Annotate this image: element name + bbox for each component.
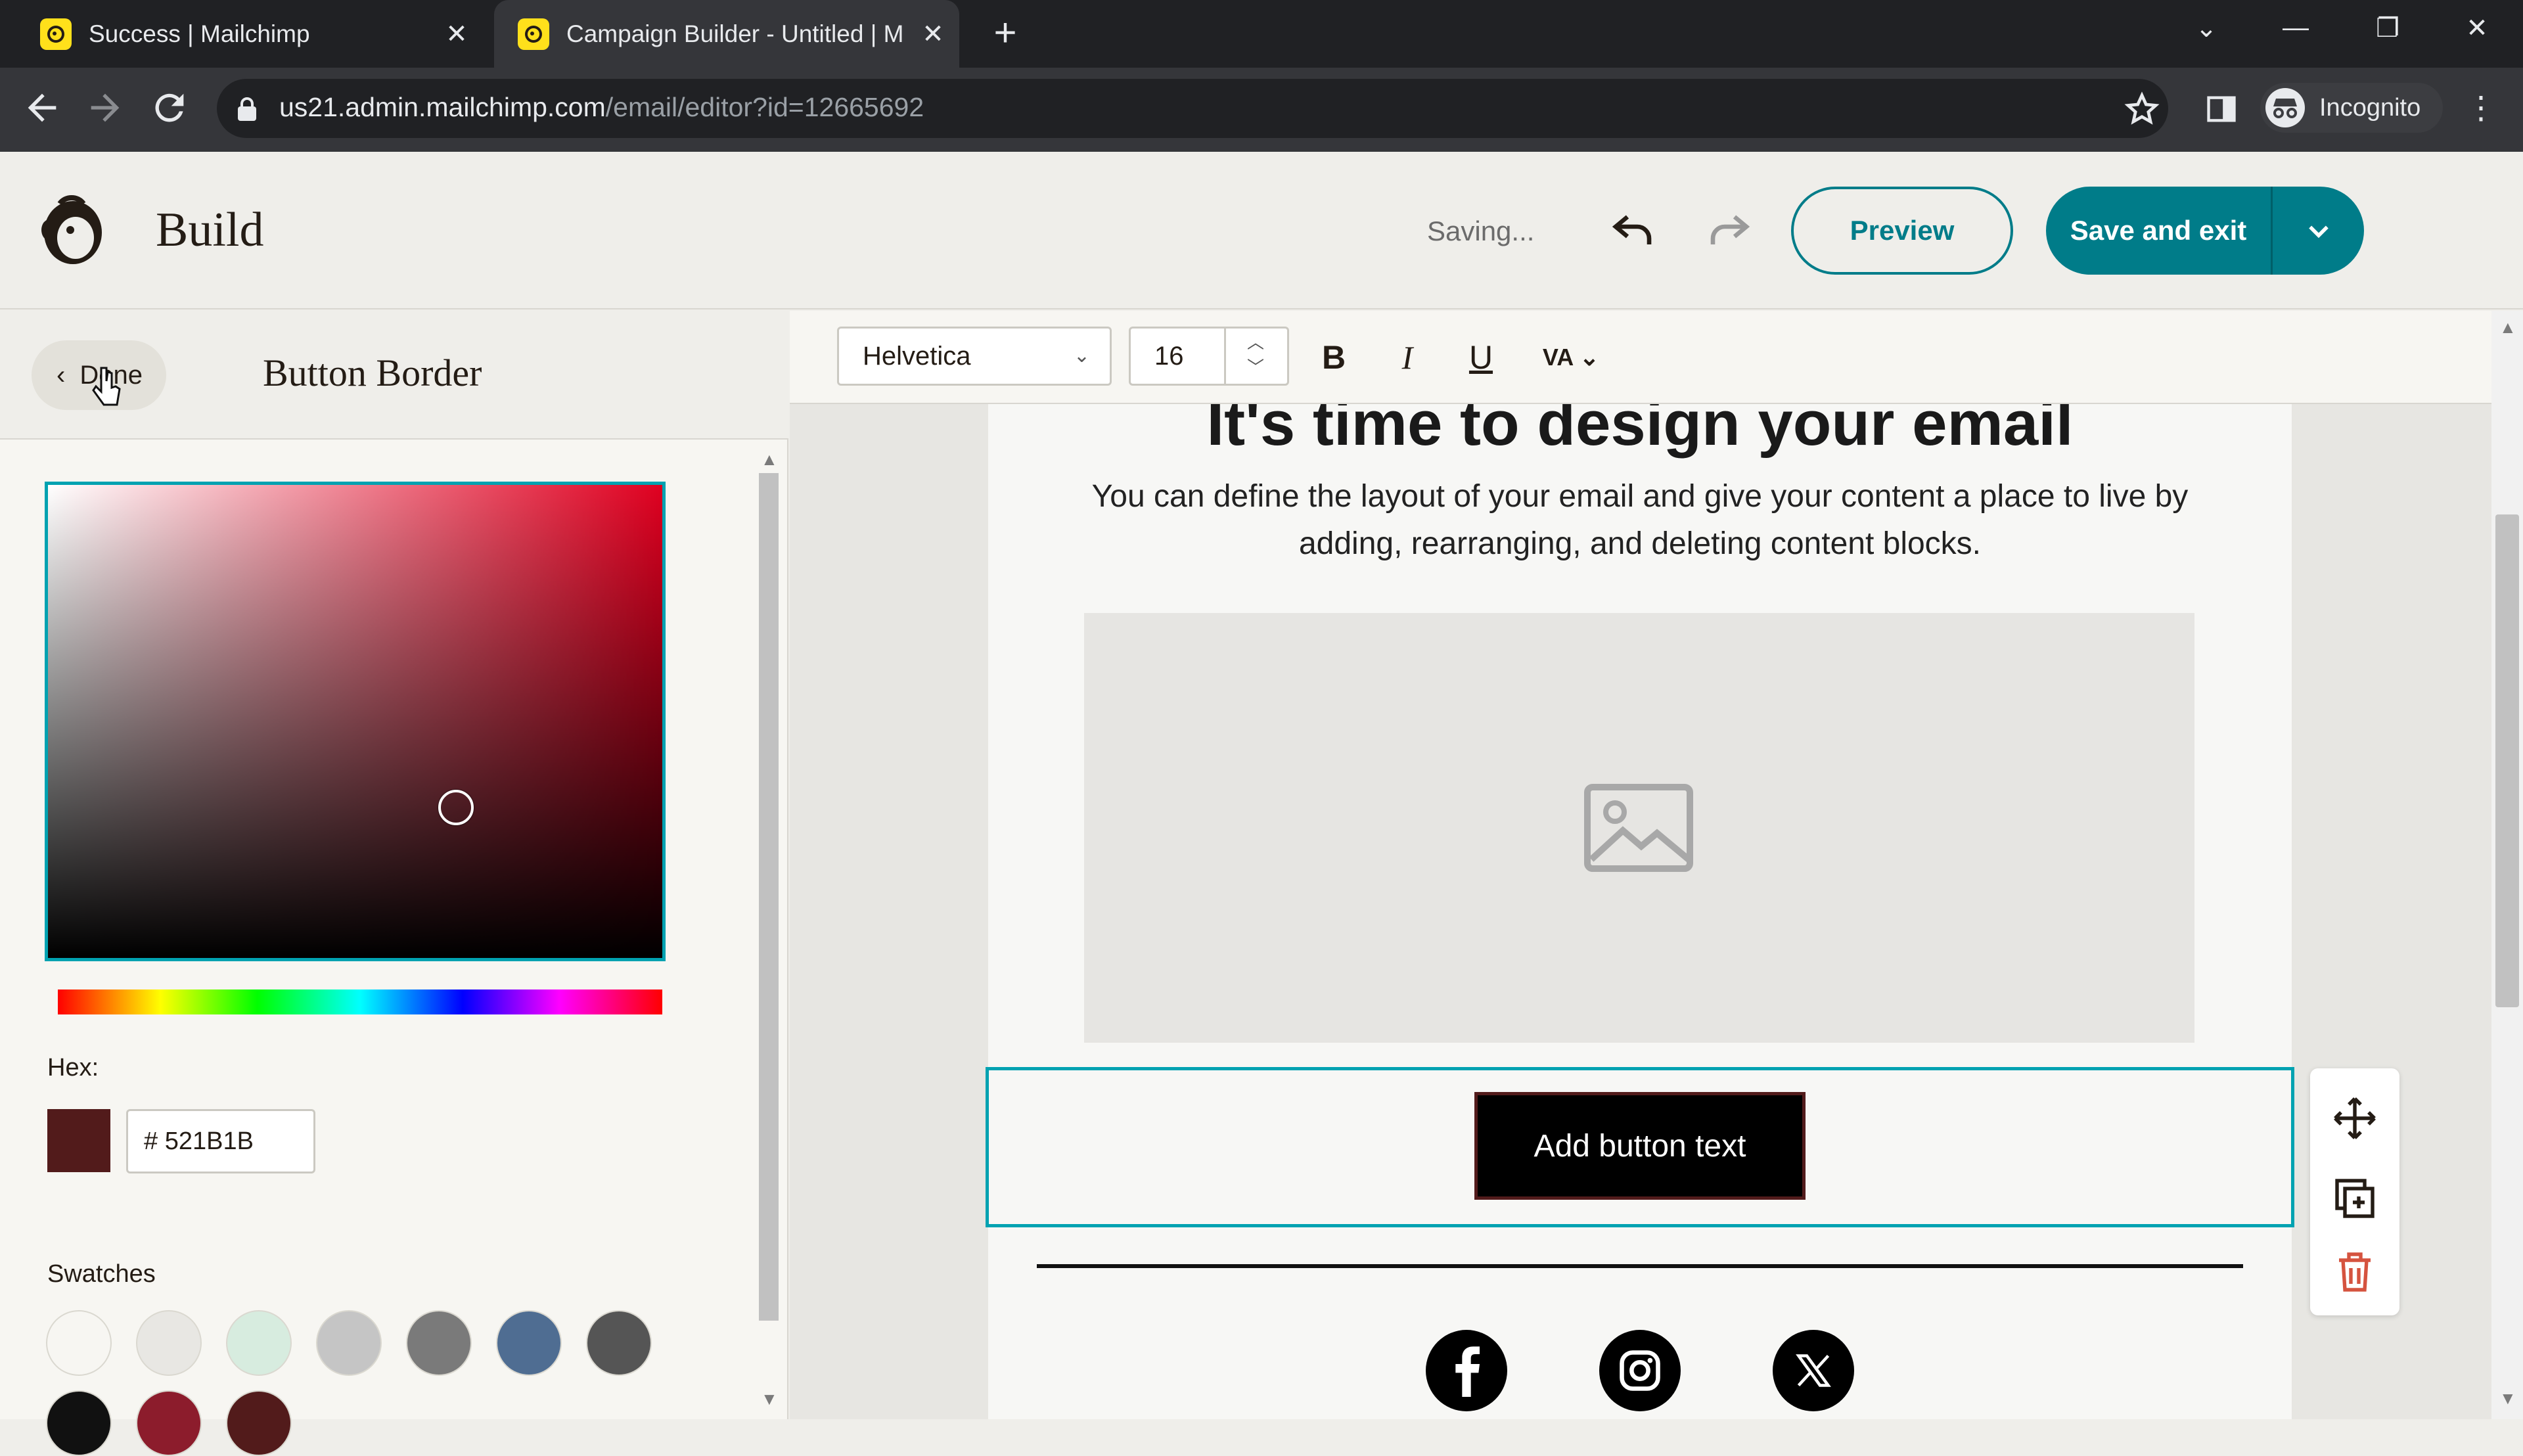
font-family-value: Helvetica <box>863 342 971 371</box>
browser-menu-icon[interactable]: ⋮ <box>2465 89 2497 129</box>
swatch[interactable] <box>46 1310 112 1376</box>
reload-icon[interactable] <box>148 87 191 129</box>
close-tab-icon[interactable]: ✕ <box>443 19 470 49</box>
profile-label: Incognito <box>2319 94 2421 122</box>
italic-icon[interactable]: I <box>1384 334 1431 381</box>
new-tab-button[interactable]: + <box>986 13 1025 54</box>
email-body-text[interactable]: You can define the layout of your email … <box>1078 473 2202 568</box>
current-color-swatch <box>47 1109 110 1172</box>
save-and-exit-button[interactable]: Save and exit <box>2046 187 2271 275</box>
scrollbar-thumb[interactable] <box>759 473 779 1321</box>
back-icon[interactable] <box>21 87 63 129</box>
editor-scrollbar[interactable]: ▲ ▼ <box>2491 311 2523 1419</box>
image-icon <box>1583 783 1694 873</box>
saturation-value-picker[interactable] <box>45 482 666 961</box>
hex-input[interactable] <box>126 1109 315 1173</box>
close-window-button[interactable]: ✕ <box>2457 13 2497 43</box>
mailchimp-favicon-icon <box>518 18 549 50</box>
panel-title: Button Border <box>263 352 482 394</box>
swatches-label: Swatches <box>47 1260 156 1288</box>
swatch[interactable] <box>406 1310 472 1376</box>
close-tab-icon[interactable]: ✕ <box>920 19 946 49</box>
tab-title: Success | Mailchimp <box>89 20 310 47</box>
scroll-down-icon[interactable]: ▼ <box>761 1389 778 1409</box>
bold-icon[interactable]: B <box>1310 334 1357 381</box>
mouse-pointer-icon <box>92 365 122 407</box>
tab-title: Campaign Builder - Untitled | M <box>566 20 904 47</box>
facebook-icon[interactable] <box>1426 1330 1507 1411</box>
letter-spacing-label: VA <box>1542 344 1573 371</box>
lock-icon[interactable] <box>235 96 259 122</box>
save-options-dropdown[interactable] <box>2273 187 2364 275</box>
minimize-button[interactable]: — <box>2276 13 2315 43</box>
mailchimp-favicon-icon <box>40 18 72 50</box>
instagram-icon[interactable] <box>1599 1330 1681 1411</box>
redo-icon[interactable] <box>1705 209 1752 252</box>
save-status: Saving... <box>1427 216 1535 246</box>
browser-tab-bar: Success | Mailchimp ✕ Campaign Builder -… <box>0 0 2523 68</box>
hex-label: Hex: <box>47 1054 99 1081</box>
swatch[interactable] <box>226 1390 292 1456</box>
tab-search-icon[interactable]: ⌄ <box>2187 13 2226 43</box>
chevron-down-icon <box>2308 225 2329 239</box>
scroll-up-icon[interactable]: ▲ <box>761 449 778 470</box>
duplicate-block-icon[interactable] <box>2331 1175 2378 1222</box>
font-family-select[interactable]: Helvetica ⌄ <box>837 327 1112 386</box>
swatch[interactable] <box>496 1310 562 1376</box>
save-and-exit-group: Save and exit <box>2046 187 2364 275</box>
url-path: /email/editor?id=12665692 <box>605 92 924 122</box>
scroll-down-icon[interactable]: ▼ <box>2499 1388 2516 1409</box>
hue-slider[interactable] <box>58 990 662 1014</box>
side-panel-icon[interactable] <box>2204 92 2239 126</box>
delete-block-icon[interactable] <box>2331 1248 2378 1296</box>
incognito-profile-button[interactable]: Incognito <box>2260 83 2443 133</box>
tab-campaign-builder[interactable]: Campaign Builder - Untitled | M ✕ <box>494 0 959 68</box>
email-cta-button[interactable]: Add button text <box>1474 1092 1806 1200</box>
mailchimp-logo-icon[interactable] <box>36 191 110 269</box>
url-text[interactable]: us21.admin.mailchimp.com/email/editor?id… <box>279 92 924 123</box>
color-picker-handle[interactable] <box>438 790 474 825</box>
x-icon[interactable] <box>1773 1330 1854 1411</box>
font-size-input[interactable]: 16 ︿ ﹀ <box>1129 327 1289 386</box>
divider-line <box>1037 1264 2243 1268</box>
letter-spacing-icon[interactable]: VA ⌄ <box>1535 334 1607 381</box>
swatch[interactable] <box>136 1310 202 1376</box>
swatch[interactable] <box>316 1310 382 1376</box>
tab-success-mailchimp[interactable]: Success | Mailchimp ✕ <box>30 0 483 68</box>
scroll-up-icon[interactable]: ▲ <box>2499 317 2516 338</box>
chevron-left-icon: ‹ <box>57 360 66 390</box>
move-block-icon[interactable] <box>2331 1095 2378 1142</box>
swatch[interactable] <box>586 1310 652 1376</box>
chevron-up-icon[interactable]: ︿ <box>1247 332 1264 352</box>
scrollbar-thumb[interactable] <box>2495 514 2519 1007</box>
underline-icon[interactable]: U <box>1457 334 1505 381</box>
swatch[interactable] <box>136 1390 202 1456</box>
restore-button[interactable]: ❐ <box>2368 13 2407 43</box>
swatch[interactable] <box>226 1310 292 1376</box>
undo-icon[interactable] <box>1610 209 1657 252</box>
page-title: Build <box>156 203 264 257</box>
url-host: us21.admin.mailchimp.com <box>279 92 606 122</box>
incognito-icon <box>2265 88 2305 127</box>
forward-icon[interactable] <box>84 87 126 129</box>
font-size-stepper[interactable]: ︿ ﹀ <box>1224 329 1287 384</box>
chevron-down-icon[interactable]: ﹀ <box>1247 357 1264 377</box>
chevron-down-icon: ⌄ <box>1073 345 1090 367</box>
panel-scrollbar[interactable]: ▲ ▼ <box>756 447 782 1419</box>
bookmark-star-icon[interactable] <box>2124 91 2163 130</box>
font-size-value: 16 <box>1154 342 1184 371</box>
preview-button[interactable]: Preview <box>1791 187 2013 275</box>
hue-handle[interactable] <box>33 986 58 1018</box>
swatch[interactable] <box>46 1390 112 1456</box>
